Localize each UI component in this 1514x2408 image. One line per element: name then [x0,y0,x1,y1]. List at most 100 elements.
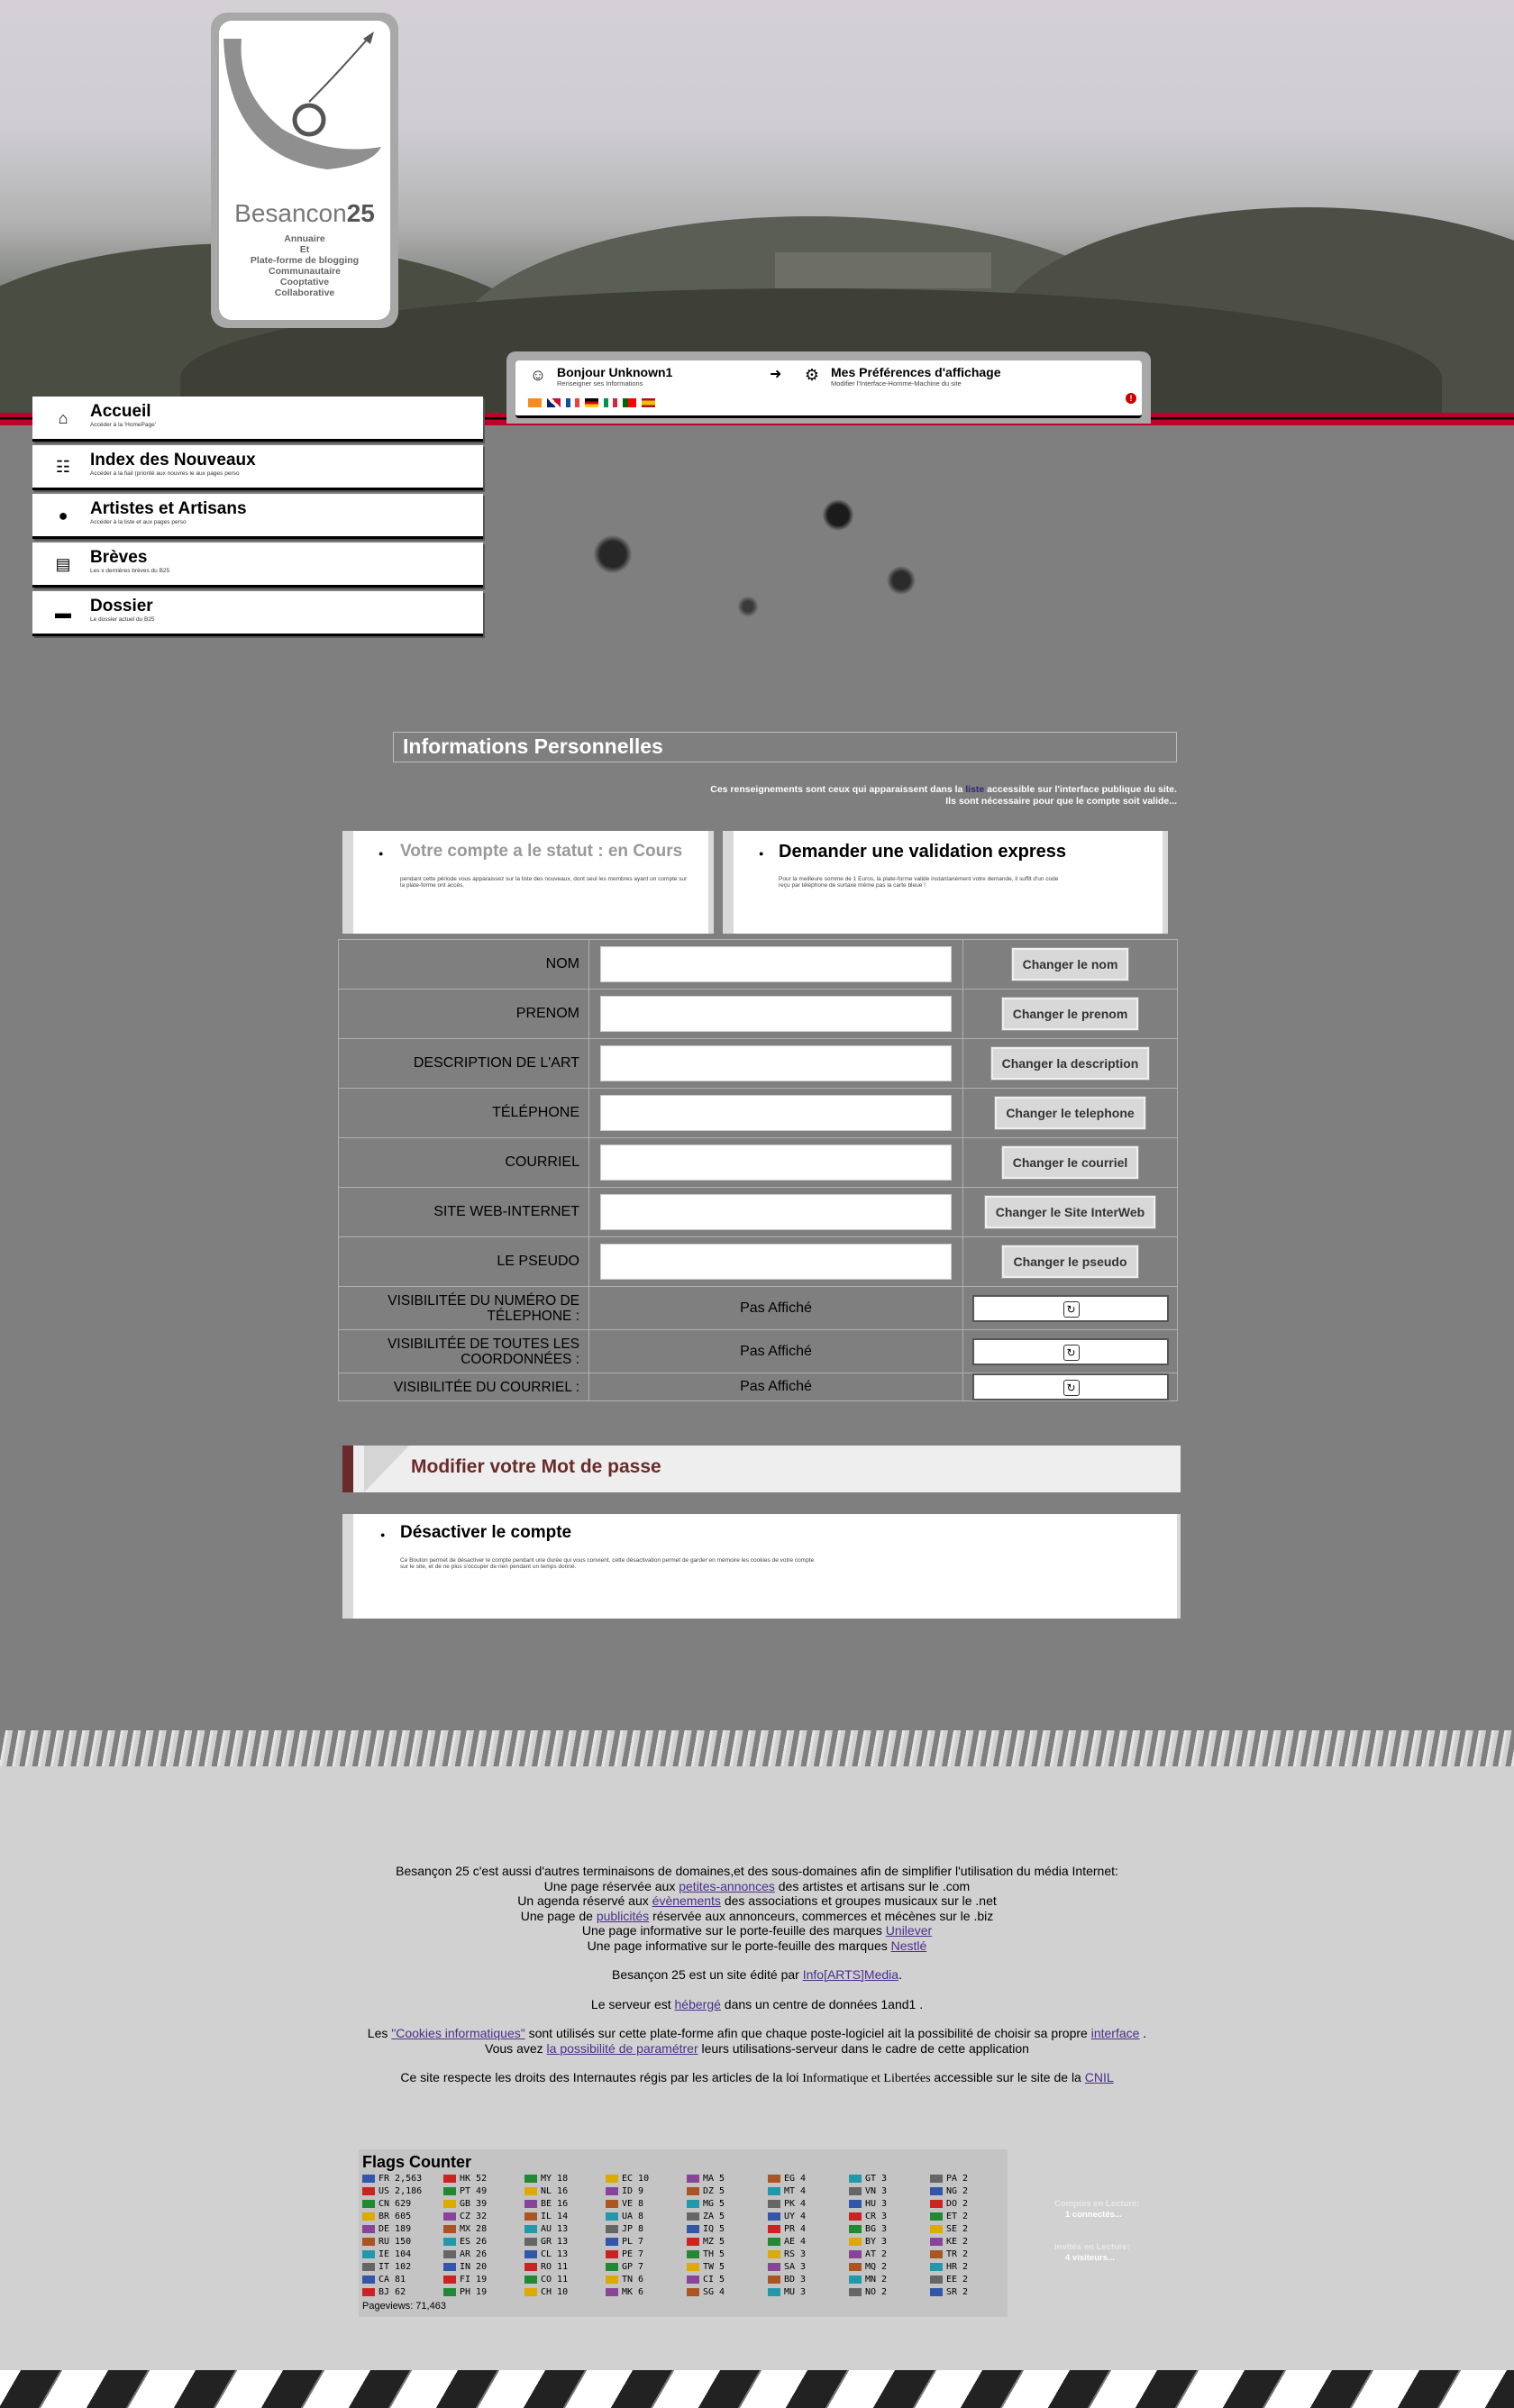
description-input[interactable] [600,1045,952,1081]
infoartsmedia-link[interactable]: Info[ARTS]Media [803,1967,898,1982]
nav-sub: Le dossier actuel du B25 [90,616,155,623]
country-code: AT [865,2249,877,2259]
unilever-link[interactable]: Unilever [886,1923,932,1938]
flag-it-icon[interactable] [604,398,617,407]
nom-input[interactable] [600,946,952,982]
country-flag-icon [606,2249,618,2258]
nestle-link[interactable]: Nestlé [891,1938,927,1953]
flag-uk-icon[interactable] [547,398,561,407]
interface-link[interactable]: interface [1091,2026,1140,2040]
greeting-sub: Renseigner ses Informations [557,379,643,388]
cnil-link[interactable]: CNIL [1085,2070,1114,2084]
country-flag-icon [687,2262,699,2271]
petites-annonces-link[interactable]: petites-annonces [679,1879,775,1893]
toggle-coords-visibility[interactable]: ↻ [971,1337,1169,1365]
website-input[interactable] [600,1194,952,1230]
cookies-link[interactable]: "Cookies informatiques" [391,2026,524,2040]
country-flag-icon [524,2224,537,2233]
publicites-link[interactable]: publicités [597,1909,649,1923]
country-code: CR [865,2212,877,2221]
flag-counter-widget[interactable]: Flags Counter FR 2,563 US 2,186 CN 629 BR 605 DE… [359,2149,1008,2317]
flag-counter-entry: MZ 5 [687,2236,725,2248]
prenom-input[interactable] [600,996,952,1032]
toggle-email-visibility[interactable]: ↻ [971,1373,1169,1400]
country-code: DO [946,2199,958,2209]
country-flag-icon [687,2237,699,2246]
country-count: 19 [476,2275,488,2285]
country-flag-icon [687,2186,699,2195]
country-count: 13 [557,2224,569,2234]
rss-icon[interactable] [528,398,542,407]
country-flag-icon [930,2249,943,2258]
preferences-link[interactable]: ⚙ Mes Préférences d'affichage Modifier l'… [802,365,1001,388]
nav-label: Artistes et Artisans [90,499,247,518]
country-flag-icon [768,2224,780,2233]
country-flag-icon [606,2224,618,2233]
change-password-panel[interactable]: Modifier votre Mot de passe [342,1446,1181,1492]
flag-counter-entry: PL 7 [606,2236,649,2248]
country-code: ID [622,2186,634,2196]
country-code: GT [865,2174,877,2184]
country-count: 5 [719,2186,725,2196]
country-flag-icon [524,2249,537,2258]
country-count: 3 [881,2186,888,2196]
country-count: 4 [800,2199,807,2209]
country-count: 3 [800,2275,807,2285]
country-flag-icon [524,2199,537,2208]
express-card[interactable]: ● Demander une validation express Pour l… [723,831,1168,934]
flag-counter-entry: PT 49 [443,2185,487,2198]
evenements-link[interactable]: évènements [652,1893,721,1908]
country-flag-icon [606,2237,618,2246]
country-code: JP [622,2224,634,2234]
country-count: 3 [881,2224,888,2234]
country-count: 4 [719,2287,725,2297]
table-row: LE PSEUDO Changer le pseudo [338,1236,1178,1287]
flag-fr-icon[interactable] [566,398,579,407]
change-description-button[interactable]: Changer la description [990,1046,1151,1081]
site-logo[interactable]: Besancon25 Annuaire Et Plate-forme de blog… [211,13,398,328]
torn-edge-decoration [0,1730,1514,1766]
country-code: IN [460,2262,471,2272]
flag-counter-entry: JP 8 [606,2223,649,2236]
flag-counter-entry: HU 3 [849,2198,887,2211]
heberge-link[interactable]: hébergé [675,1997,721,2011]
change-pseudo-button[interactable]: Changer le pseudo [1001,1245,1139,1279]
flag-counter-entry: EG 4 [768,2173,806,2185]
country-count: 4 [800,2174,807,2184]
flag-counter-entry: CI 5 [687,2274,725,2286]
country-flag-icon [849,2287,862,2296]
deactivate-panel[interactable]: ● Désactiver le compte Ce Bouton permet … [342,1514,1181,1619]
country-code: CZ [460,2212,471,2221]
country-flag-icon [849,2275,862,2284]
flag-es-icon[interactable] [642,398,655,407]
flag-de-icon[interactable] [585,398,598,407]
country-flag-icon [524,2186,537,2195]
country-code: UA [622,2212,634,2221]
pseudo-input[interactable] [600,1244,952,1280]
flag-counter-entry: IT 102 [362,2261,422,2274]
change-nom-button[interactable]: Changer le nom [1010,947,1130,981]
change-prenom-button[interactable]: Changer le prenom [1000,997,1140,1031]
change-courriel-button[interactable]: Changer le courriel [1000,1145,1140,1180]
flag-counter-entry: MY 18 [524,2173,568,2185]
change-website-button[interactable]: Changer le Site InterWeb [983,1195,1157,1229]
country-count: 7 [638,2262,644,2272]
country-flag-icon [443,2275,456,2284]
telephone-input[interactable] [600,1095,952,1131]
toggle-phone-visibility[interactable]: ↻ [971,1294,1169,1322]
logo-hat-icon [223,32,381,169]
sign-out-icon[interactable]: ➜ [770,365,781,383]
country-code: MA [703,2174,715,2184]
flag-counter-entry: UY 4 [768,2211,806,2223]
liste-link[interactable]: liste [965,784,984,795]
flag-pt-icon[interactable] [623,398,636,407]
country-count: 2 [962,2174,969,2184]
country-code: CA [378,2275,390,2285]
sitemap-icon: ☷ [55,458,71,476]
alert-icon[interactable]: ! [1126,393,1136,404]
parametrer-link[interactable]: la possibilité de paramétrer [547,2041,698,2056]
greeting-link[interactable]: ☺ Bonjour Unknown1 Renseigner ses Informa… [528,365,673,388]
change-telephone-button[interactable]: Changer le telephone [994,1096,1146,1130]
corner-decoration [364,1446,409,1492]
courriel-input[interactable] [600,1145,952,1181]
